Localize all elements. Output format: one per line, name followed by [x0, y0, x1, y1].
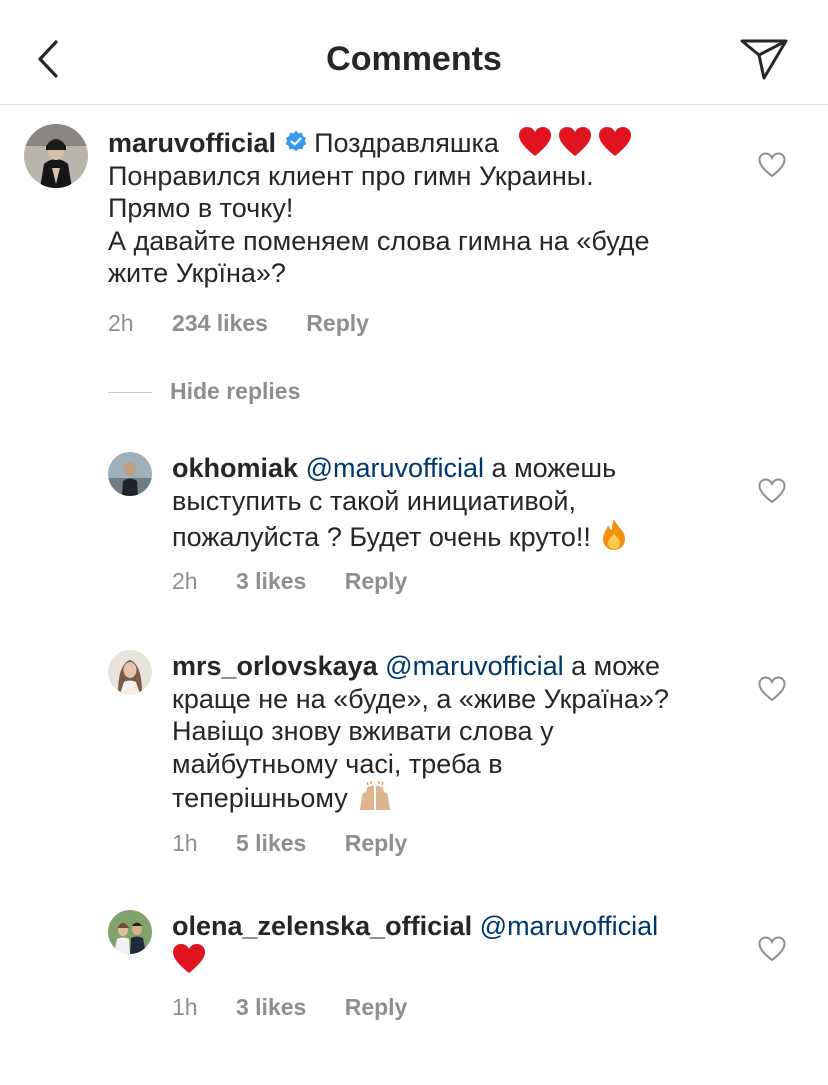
comment-line: А давайте поменяем слова гимна на «буде: [108, 225, 650, 256]
heart-outline-icon[interactable]: [758, 936, 786, 962]
paper-plane-icon: [740, 39, 788, 80]
heart-outline-icon[interactable]: [758, 478, 786, 504]
reply-line: а можешь: [491, 453, 617, 483]
comment-meta: 2h 234 likes Reply: [108, 310, 401, 337]
likes-count[interactable]: 5 likes: [236, 830, 306, 856]
likes-count[interactable]: 234 likes: [172, 310, 268, 336]
header-bar: Comments: [0, 0, 828, 105]
avatar-image: [108, 650, 152, 694]
comment-line: Понравился клиент про гимн Украины.: [108, 160, 594, 191]
likes-count[interactable]: 3 likes: [236, 568, 306, 594]
reply-text: okhomiak @maruvofficial а можешь выступи…: [172, 452, 732, 554]
likes-count[interactable]: 3 likes: [236, 994, 306, 1020]
comment-time: 2h: [108, 310, 134, 336]
mention-link[interactable]: @maruvofficial: [480, 911, 658, 941]
mention-link[interactable]: @maruvofficial: [385, 651, 563, 681]
reply-meta: 1h 3 likes Reply: [172, 994, 439, 1021]
raised-hands-emoji-icon: [359, 781, 390, 810]
reply-line: Навіщо знову вживати слова у: [172, 716, 554, 746]
reply-button[interactable]: Reply: [345, 830, 408, 856]
divider-line: [108, 392, 152, 394]
reply-line: выступить с такой инициативой,: [172, 485, 576, 516]
mention-link[interactable]: @maruvofficial: [306, 453, 484, 483]
reply-line: майбутньому часі, треба в: [172, 748, 503, 779]
comment-username[interactable]: maruvofficial: [108, 128, 276, 158]
reply-time: 1h: [172, 994, 198, 1020]
reply-username[interactable]: olena_zelenska_official: [172, 911, 472, 941]
red-heart-emoji-icon: [559, 127, 592, 156]
avatar-image: [24, 124, 88, 188]
reply-line: краще не на «буде», а «живе Україна»?: [172, 683, 669, 714]
avatar-image: [108, 452, 152, 496]
reply-button[interactable]: Reply: [345, 568, 408, 594]
reply-username[interactable]: okhomiak: [172, 453, 298, 483]
page-title: Comments: [326, 40, 502, 78]
reply-time: 2h: [172, 568, 198, 594]
reply-button[interactable]: Reply: [306, 310, 369, 336]
hide-replies-label: Hide replies: [170, 378, 301, 404]
heart-outline-icon[interactable]: [758, 152, 786, 178]
avatar[interactable]: [24, 124, 88, 188]
reply-username[interactable]: mrs_orlovskaya: [172, 651, 378, 681]
avatar[interactable]: [108, 910, 152, 954]
avatar[interactable]: [108, 650, 152, 694]
reply-time: 1h: [172, 830, 198, 856]
share-button[interactable]: [736, 34, 792, 84]
heart-outline-icon[interactable]: [758, 676, 786, 702]
reply-text: mrs_orlovskaya @maruvofficial а може кра…: [172, 650, 752, 815]
avatar[interactable]: [108, 452, 152, 496]
reply-meta: 1h 5 likes Reply: [172, 830, 439, 857]
red-heart-emoji-icon: [173, 943, 205, 973]
red-heart-emoji-icon: [519, 127, 552, 156]
fire-emoji-icon: [602, 519, 625, 550]
reply-line: пожалуйста ? Будет очень круто!!: [172, 522, 591, 552]
reply-meta: 2h 3 likes Reply: [172, 568, 439, 595]
red-heart-emoji-icon: [599, 127, 632, 156]
reply-line: а може: [571, 651, 661, 681]
hide-replies-button[interactable]: Hide replies: [108, 378, 300, 405]
verified-badge-icon: [285, 131, 307, 151]
reply-line: теперішньому: [172, 783, 348, 813]
comment-text-first: Поздравляшка: [314, 128, 499, 158]
reply-text: olena_zelenska_official @maruvofficial: [172, 910, 752, 976]
comment-line: Прямо в точку!: [108, 193, 294, 223]
reply-button[interactable]: Reply: [345, 994, 408, 1020]
comment-line: жите Укрїна»?: [108, 258, 286, 288]
avatar-image: [108, 910, 152, 954]
comment-text: maruvofficial Поздравляшка Понравился кли…: [108, 126, 728, 290]
